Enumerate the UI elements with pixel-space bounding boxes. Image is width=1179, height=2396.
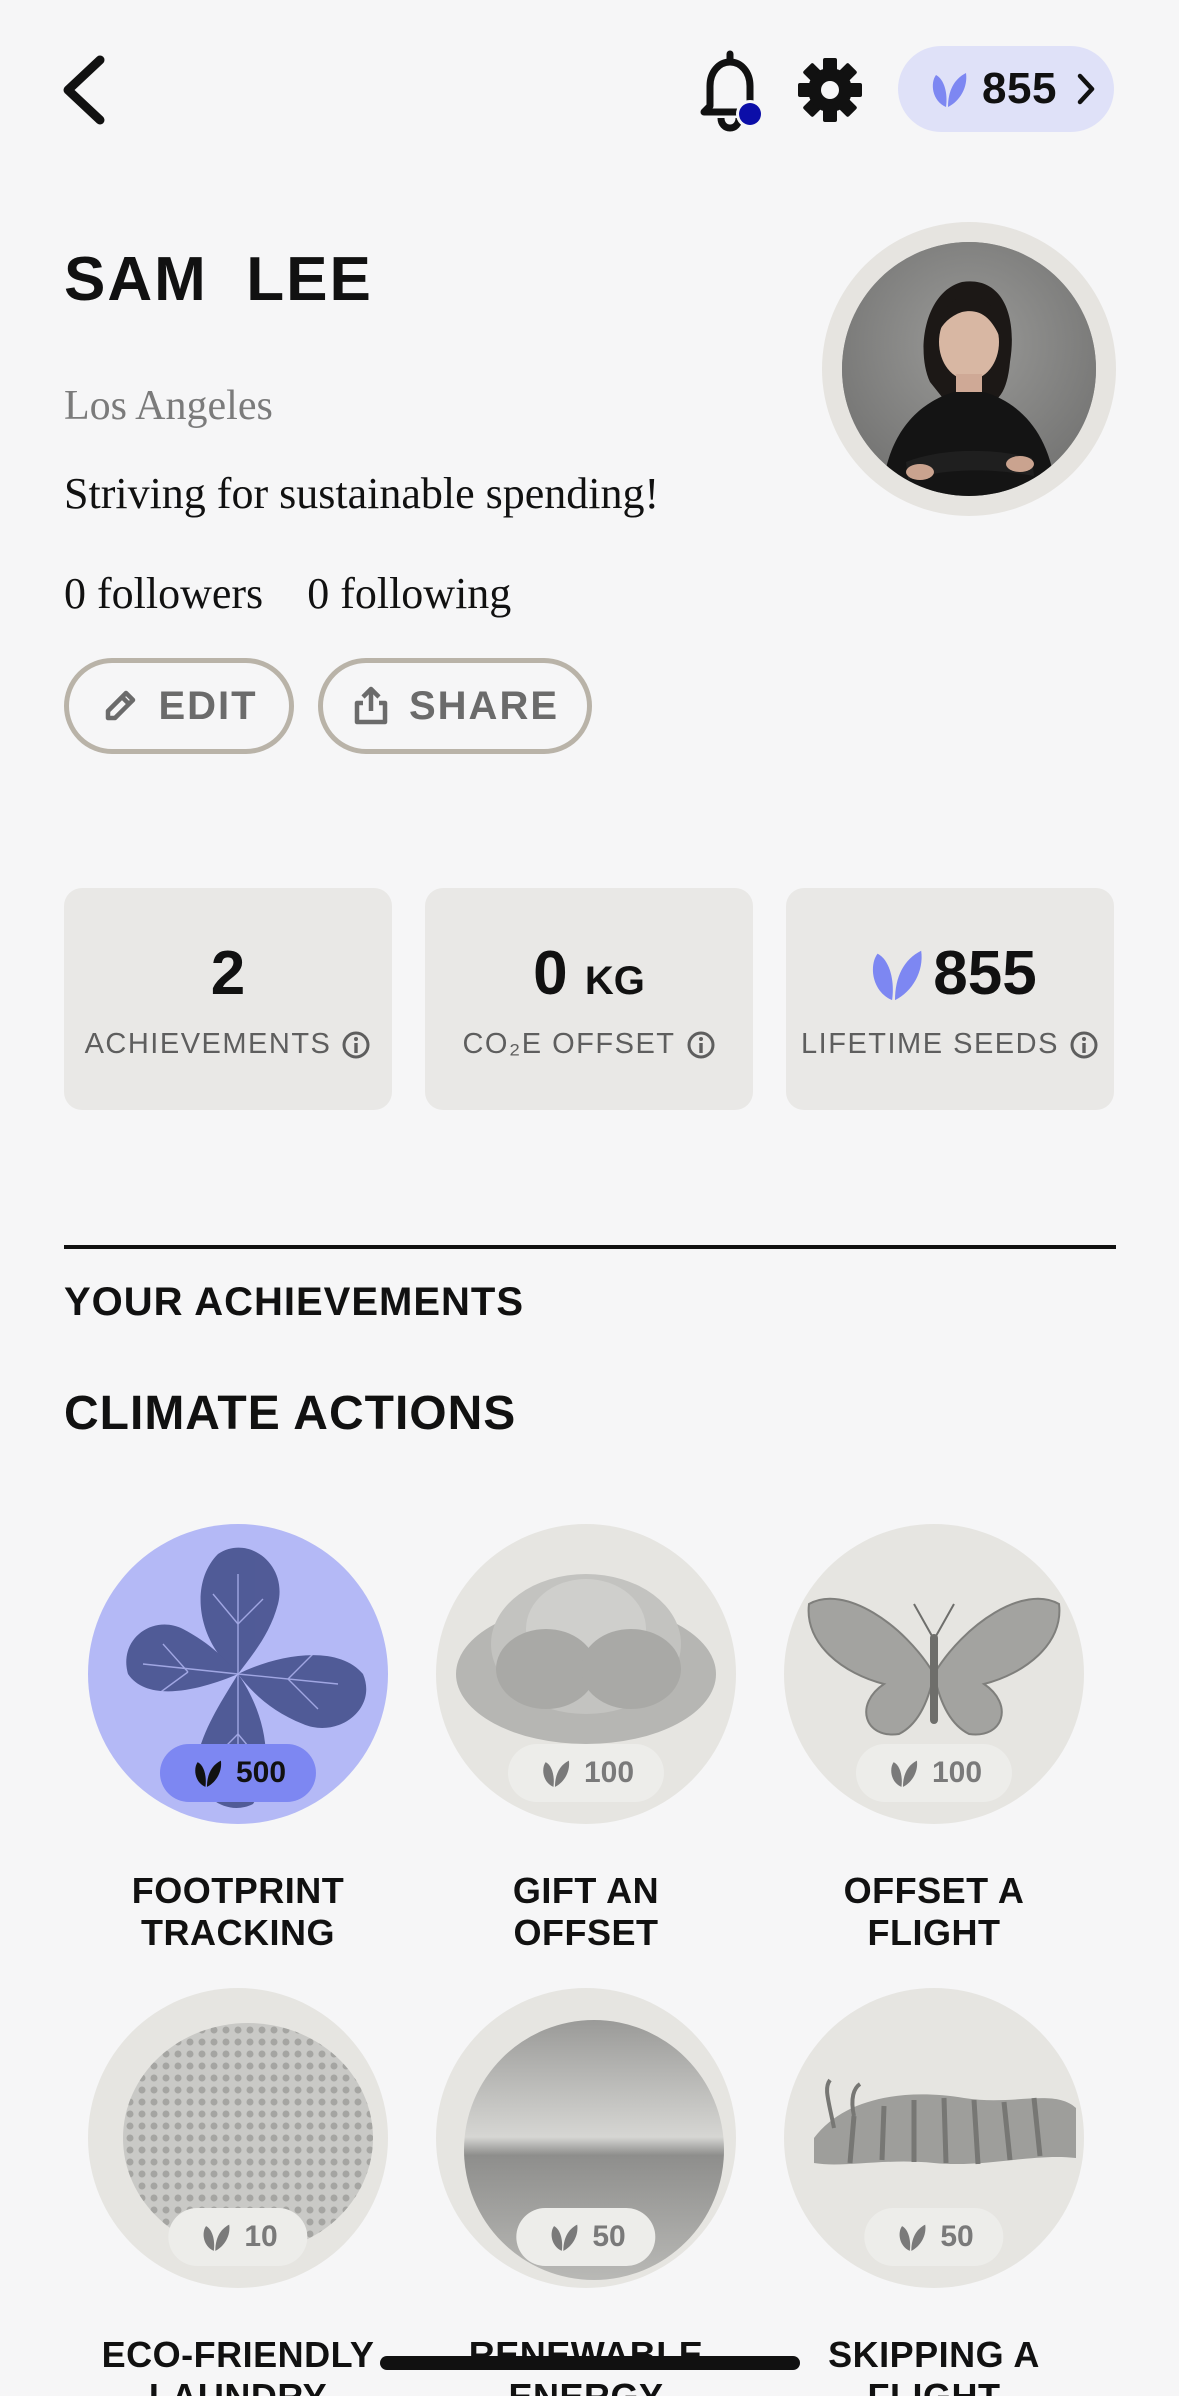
lifetime-seeds-value: 855	[933, 939, 1037, 1008]
seeds-reward-badge: 500	[159, 1744, 317, 1802]
edit-profile-button[interactable]: EDIT	[64, 658, 294, 754]
seeds-reward-badge: 10	[168, 2208, 308, 2266]
lifetime-seeds-stat-card[interactable]: 855 LIFETIME SEEDS	[786, 888, 1114, 1110]
avatar-photo	[842, 242, 1096, 496]
pencil-icon	[106, 690, 136, 721]
seeds-reward: 100	[931, 1756, 983, 1789]
achievement-image: 10	[88, 1988, 388, 2288]
bell-icon	[700, 50, 764, 132]
share-profile-button[interactable]: SHARE	[318, 658, 592, 754]
seeds-reward: 100	[583, 1756, 635, 1789]
avatar[interactable]	[842, 242, 1096, 496]
achievement-footprint-tracking[interactable]: 500 FOOTPRINT TRACKING	[88, 1524, 388, 1954]
seed-leaf-icon	[195, 1760, 222, 1787]
seed-leaf-icon	[543, 1760, 570, 1787]
seed-leaf-icon	[932, 73, 967, 107]
chevron-left-icon	[63, 55, 105, 125]
achievement-gift-an-offset[interactable]: 100 GIFT AN OFFSET	[436, 1524, 736, 1954]
achievement-title: GIFT AN OFFSET	[512, 1870, 660, 1953]
notification-dot	[739, 103, 761, 125]
edit-label: EDIT	[158, 683, 258, 728]
seeds-reward-badge: 50	[516, 2208, 656, 2266]
achievement-offset-a-flight[interactable]: 100 OFFSET A FLIGHT	[784, 1524, 1084, 1954]
profile-location: Los Angeles	[64, 383, 273, 429]
achievements-label: ACHIEVEMENTS	[84, 1028, 332, 1060]
followers-link[interactable]: 0 followers	[64, 568, 263, 619]
your-achievements-heading: YOUR ACHIEVEMENTS	[64, 1280, 525, 1324]
info-icon[interactable]	[1069, 1030, 1099, 1060]
achievement-title: ECO-FRIENDLY LAUNDRY	[101, 2334, 375, 2396]
seeds-reward: 10	[244, 2220, 278, 2253]
share-icon	[354, 686, 388, 725]
achievement-title: SKIPPING A FLIGHT	[828, 2334, 1040, 2396]
seeds-count: 855	[982, 64, 1057, 113]
co2-value: 0	[533, 939, 568, 1008]
back-button[interactable]	[56, 48, 116, 132]
profile-name: SAM LEE	[64, 245, 373, 314]
info-icon[interactable]	[341, 1030, 371, 1060]
seed-leaf-icon	[899, 2224, 926, 2251]
achievement-title: FOOTPRINT TRACKING	[131, 1870, 345, 1953]
profile-bio: Striving for sustainable spending!	[64, 469, 660, 518]
section-divider	[64, 1245, 1116, 1249]
achievement-eco-friendly-laundry[interactable]: 10 ECO-FRIENDLY LAUNDRY	[88, 1988, 388, 2396]
seed-leaf-icon	[873, 950, 922, 1000]
home-indicator[interactable]	[380, 2356, 800, 2370]
achievement-image: 500	[88, 1524, 388, 1824]
share-label: SHARE	[408, 683, 560, 728]
achievement-skipping-a-flight[interactable]: 50 SKIPPING A FLIGHT	[784, 1988, 1084, 2396]
achievement-renewable-energy[interactable]: 50 RENEWABLE ENERGY	[436, 1988, 736, 2396]
achievement-image: 50	[436, 1988, 736, 2288]
achievement-image: 100	[436, 1524, 736, 1824]
chevron-right-icon	[1077, 73, 1095, 105]
seeds-reward-badge: 50	[864, 2208, 1004, 2266]
notifications-button[interactable]	[688, 48, 772, 132]
seed-leaf-icon	[203, 2224, 230, 2251]
seed-leaf-icon	[551, 2224, 578, 2251]
achievement-image: 50	[784, 1988, 1084, 2288]
climate-actions-heading: CLIMATE ACTIONS	[64, 1387, 517, 1440]
achievements-stat-card[interactable]: 2 ACHIEVEMENTS	[64, 888, 392, 1110]
following-link[interactable]: 0 following	[307, 568, 511, 619]
achievements-count: 2	[210, 939, 246, 1008]
co2-unit: KG	[584, 959, 645, 1003]
achievement-image: 100	[784, 1524, 1084, 1824]
seeds-reward-badge: 100	[855, 1744, 1013, 1802]
co2-label: CO₂E OFFSET	[462, 1028, 676, 1060]
seeds-reward-badge: 100	[507, 1744, 665, 1802]
co2-offset-stat-card[interactable]: 0 KG CO₂E OFFSET	[425, 888, 753, 1110]
seeds-reward: 500	[235, 1756, 287, 1789]
settings-button[interactable]	[788, 48, 872, 132]
seeds-reward: 50	[940, 2220, 974, 2253]
seed-leaf-icon	[891, 1760, 918, 1787]
seeds-balance-button[interactable]: 855	[898, 46, 1114, 132]
gear-icon	[798, 58, 862, 122]
info-icon[interactable]	[686, 1030, 716, 1060]
lifetime-seeds-label: LIFETIME SEEDS	[801, 1028, 1059, 1060]
seeds-reward: 50	[592, 2220, 626, 2253]
achievement-title: OFFSET A FLIGHT	[843, 1870, 1025, 1953]
follow-stats: 0 followers 0 following	[64, 568, 511, 619]
